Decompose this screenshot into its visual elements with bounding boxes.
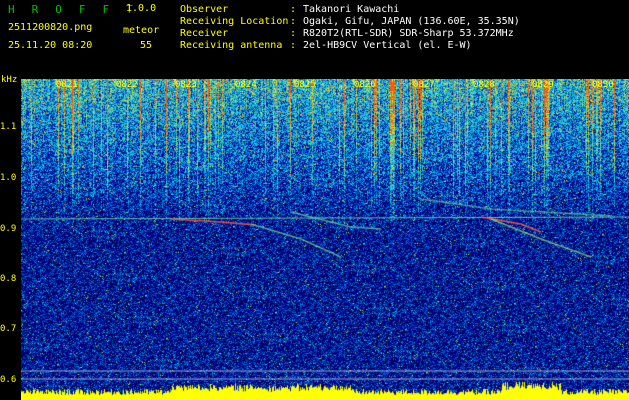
info-row-receiver: Receiver : R820T2(RTL-SDR) SDR-Sharp 53.… xyxy=(180,28,520,40)
x-tick-label: 0824 xyxy=(235,80,257,90)
info-value: Ogaki, Gifu, JAPAN (136.60E, 35.35N) xyxy=(303,16,520,27)
info-key: Receiving Location xyxy=(180,16,289,27)
x-tick-label: 0823 xyxy=(175,80,197,90)
y-tick-label: 0.9 xyxy=(0,224,17,234)
title-letter: H xyxy=(8,3,15,16)
x-tick-label: 0828 xyxy=(473,80,495,90)
info-separator: : xyxy=(290,40,297,51)
y-tick-label: 0.6 xyxy=(0,375,17,385)
x-tick-label: 0822 xyxy=(116,80,138,90)
info-separator: : xyxy=(290,4,297,15)
x-tick-label: 0826 xyxy=(354,80,376,90)
info-key: Receiving antenna xyxy=(180,40,283,51)
title-letter: O xyxy=(55,3,62,16)
y-tick-label: 1.1 xyxy=(0,122,17,132)
info-row-antenna: Receiving antenna : 2el-HB9CV Vertical (… xyxy=(180,40,520,52)
meteor-label: meteor xyxy=(123,25,160,36)
info-value: Takanori Kawachi xyxy=(303,4,400,15)
filename-label: 2511200820.png xyxy=(8,22,93,33)
y-tick-label: 0.7 xyxy=(0,324,17,334)
info-row-location: Receiving Location : Ogaki, Gifu, JAPAN … xyxy=(180,16,520,28)
y-tick-label: 1.0 xyxy=(0,173,17,183)
spectrogram-canvas xyxy=(21,79,629,400)
spectrogram xyxy=(21,79,629,400)
timestamp-label: 25.11.20 08:20 xyxy=(8,40,93,51)
info-separator: : xyxy=(290,28,297,39)
meteor-count: 55 xyxy=(140,40,153,51)
info-row-observer: Observer : Takanori Kawachi xyxy=(180,4,520,16)
header-panel: HROFFT 1.0.0 2511200820.png meteor 25.11… xyxy=(0,0,629,78)
x-tick-label: 0821 xyxy=(56,80,78,90)
y-axis-unit: kHz xyxy=(1,75,18,85)
hrofft-window: HROFFT 1.0.0 2511200820.png meteor 25.11… xyxy=(0,0,629,400)
version-label: 1.0.0 xyxy=(126,3,157,14)
title-letter: R xyxy=(31,3,39,16)
title-letter: F xyxy=(78,3,86,16)
x-tick-label: 0829 xyxy=(532,80,554,90)
x-tick-label: 0825 xyxy=(294,80,316,90)
title-letter: F xyxy=(102,3,110,16)
info-value: 2el-HB9CV Vertical (el. E-W) xyxy=(303,40,472,51)
app-title: HROFFT xyxy=(8,3,133,16)
info-value: R820T2(RTL-SDR) SDR-Sharp 53.372MHz xyxy=(303,28,514,39)
info-key: Receiver xyxy=(180,28,229,39)
info-separator: : xyxy=(290,16,297,27)
x-tick-label: 0827 xyxy=(413,80,435,90)
station-info: Observer : Takanori Kawachi Receiving Lo… xyxy=(180,4,520,52)
info-key: Observer xyxy=(180,4,229,15)
y-tick-label: 0.8 xyxy=(0,274,17,284)
x-tick-label: 0830 xyxy=(592,80,614,90)
